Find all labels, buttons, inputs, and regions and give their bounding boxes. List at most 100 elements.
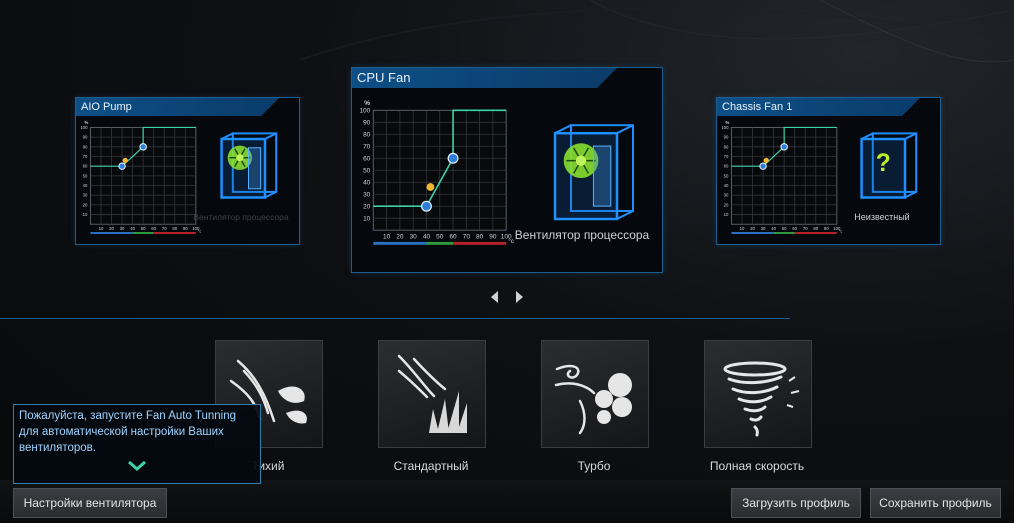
chart-y-tick: 50	[363, 168, 371, 175]
chart-y-tick: 20	[363, 203, 371, 210]
fan-card-aio-pump[interactable]: AIO Pump % °c 100 90 80 70 60 50 40 30 20 10 10 20 30 4…	[75, 97, 300, 245]
chart-x-tick: 20	[109, 226, 114, 231]
current-temperature-point	[763, 157, 769, 163]
chart-y-tick: 80	[83, 144, 88, 149]
full-speed-tornado-icon	[723, 361, 800, 437]
auto-tuning-tooltip: Пожалуйста, запустите Fan Auto Tunning д…	[13, 404, 261, 484]
chart-y-tick: 70	[83, 154, 88, 159]
chart-x-tick: 50	[782, 226, 787, 231]
curve-control-point	[139, 143, 147, 151]
chart-x-tick: 90	[489, 234, 497, 241]
pc-case-fan-icon	[220, 132, 278, 199]
chart-x-tick: 30	[410, 234, 418, 241]
fan-card-title: AIO Pump	[76, 98, 279, 116]
chart-x-tick: 80	[172, 226, 177, 231]
chart-x-tick: 60	[151, 226, 156, 231]
chart-x-tick: 100	[192, 226, 200, 231]
fan-card-title: Chassis Fan 1	[717, 98, 920, 116]
chart-x-tick: 90	[824, 226, 829, 231]
chart-y-tick: 40	[724, 183, 729, 188]
fan-card-chassis-fan-1[interactable]: Chassis Fan 1 % °c 100 90 80 70 60 50 40 30 20 10 10…	[716, 97, 941, 245]
chart-y-tick: 20	[83, 202, 88, 207]
chart-x-tick: 20	[750, 226, 755, 231]
chart-x-tick: 70	[162, 226, 167, 231]
chart-y-tick: 90	[363, 120, 371, 127]
chart-y-tick: 40	[363, 180, 371, 187]
chart-y-tick: 90	[724, 135, 729, 140]
fan-card-title: CPU Fan	[352, 68, 617, 88]
chart-x-tick: 50	[141, 226, 146, 231]
chart-y-unit: %	[364, 100, 370, 107]
chart-x-tick: 60	[792, 226, 797, 231]
chart-x-tick: 90	[183, 226, 188, 231]
section-divider	[0, 318, 790, 319]
mode-full-speed-button[interactable]	[704, 340, 812, 448]
chart-y-tick: 60	[83, 164, 88, 169]
fan-card-cpu-fan[interactable]: CPU Fan % °c 100 90 80 70 60 50 40 30 20 10 10 20 30 40…	[351, 67, 663, 273]
chart-y-tick: 70	[724, 154, 729, 159]
curve-control-point	[118, 162, 126, 170]
chart-y-tick: 80	[363, 132, 371, 139]
chart-y-tick: 40	[83, 183, 88, 188]
turbo-wind-icon	[554, 364, 632, 435]
arrow-left-icon[interactable]	[491, 291, 498, 303]
load-profile-button[interactable]: Загрузить профиль	[731, 488, 861, 518]
pc-case-unknown-icon: ?	[860, 132, 918, 199]
temperature-zone-bar	[153, 231, 196, 234]
chart-y-tick: 50	[83, 173, 88, 178]
chart-x-tick: 30	[761, 226, 766, 231]
svg-text:?: ?	[876, 150, 891, 177]
chevron-down-icon[interactable]	[127, 460, 147, 472]
chart-y-tick: 20	[724, 202, 729, 207]
temperature-zone-bar	[794, 231, 837, 234]
chart-x-tick: 50	[436, 234, 444, 241]
curve-control-point	[447, 152, 459, 164]
chart-y-tick: 30	[363, 192, 371, 199]
temperature-zone-bar	[773, 231, 795, 234]
arrow-right-icon[interactable]	[516, 291, 523, 303]
chart-y-tick: 10	[83, 212, 88, 217]
mode-turbo-button[interactable]	[541, 340, 649, 448]
fan-curve-chart-chassis-fan-1: %°c10090807060504030201010 20 30 40 50 60 70 80…	[722, 120, 842, 234]
chart-x-tick: 60	[449, 234, 457, 241]
chart-x-tick: 80	[813, 226, 818, 231]
chart-y-tick: 90	[83, 135, 88, 140]
chart-x-tick: 100	[833, 226, 841, 231]
standard-grass-icon	[397, 354, 467, 433]
chart-y-tick: 50	[724, 173, 729, 178]
chart-x-tick: 40	[771, 226, 776, 231]
chart-x-tick: 80	[476, 234, 484, 241]
curve-control-point	[780, 143, 788, 151]
fan-label: Вентилятор процессора	[514, 228, 650, 242]
temperature-zone-bar	[132, 231, 154, 234]
chart-y-tick: 100	[81, 125, 88, 130]
chart-y-tick: 70	[363, 144, 371, 151]
pc-case-fan-icon	[553, 124, 634, 221]
chart-x-tick: 40	[423, 234, 431, 241]
curve-control-point	[420, 200, 432, 212]
chart-x-tick: 20	[396, 234, 404, 241]
chart-x-tick: 30	[120, 226, 125, 231]
fan-label: Вентилятор процессора	[193, 212, 289, 222]
chart-y-tick: 100	[359, 108, 370, 115]
chart-y-tick: 60	[724, 164, 729, 169]
chart-x-tick: 10	[383, 234, 391, 241]
fan-settings-button[interactable]: Настройки вентилятора	[13, 488, 167, 518]
chart-x-tick: 70	[463, 234, 471, 241]
mode-standard-button[interactable]	[378, 340, 486, 448]
fan-curve-chart-cpu-fan: %°c10090807060504030201010 20 30 40 50 60 70 80…	[359, 100, 514, 245]
save-profile-button[interactable]: Сохранить профиль	[870, 488, 1001, 518]
fan-label: Неизвестный	[854, 212, 910, 222]
chart-y-tick: 100	[722, 125, 729, 130]
fan-curve-chart-aio-pump: %°c10090807060504030201010 20 30 40 50 60 70 80…	[81, 120, 201, 234]
chart-x-tick: 40	[130, 226, 135, 231]
chart-x-tick: 70	[803, 226, 808, 231]
curve-control-point	[759, 162, 767, 170]
chart-y-tick: 30	[83, 193, 88, 198]
chart-x-tick: 10	[740, 226, 745, 231]
temperature-zone-bar	[426, 241, 454, 245]
chart-y-tick: 10	[724, 212, 729, 217]
temperature-zone-bar	[453, 241, 507, 245]
mode-turbo-label: Турбо	[577, 459, 611, 473]
mode-full-speed-label: Полная скорость	[709, 459, 805, 473]
